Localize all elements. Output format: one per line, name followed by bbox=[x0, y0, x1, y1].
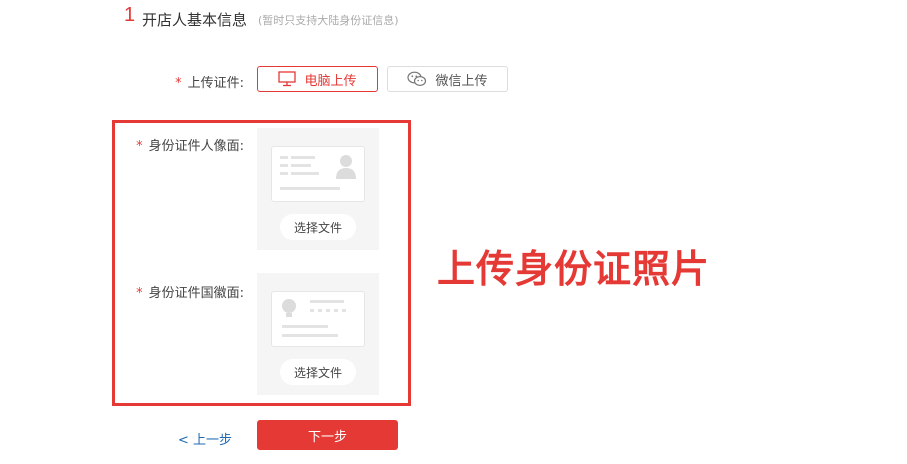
wechat-upload-label: 微信上传 bbox=[435, 73, 488, 89]
wechat-icon bbox=[407, 71, 427, 87]
id-front-choose-file-button[interactable]: 选择文件 bbox=[280, 214, 356, 240]
id-card-portrait-icon bbox=[271, 146, 365, 202]
id-front-label: * 身份证件人像面: bbox=[114, 135, 244, 154]
previous-step-link[interactable]: < 上一步 bbox=[178, 429, 232, 448]
id-back-label-text: 身份证件国徽面: bbox=[148, 286, 244, 301]
required-mark: * bbox=[136, 286, 143, 301]
id-back-label: * 身份证件国徽面: bbox=[114, 282, 244, 301]
id-front-label-text: 身份证件人像面: bbox=[148, 139, 244, 154]
pc-upload-label: 电脑上传 bbox=[304, 73, 357, 89]
id-card-emblem-icon bbox=[271, 291, 365, 347]
section-title: 开店人基本信息 bbox=[142, 11, 248, 29]
id-back-upload-area[interactable]: 选择文件 bbox=[257, 273, 379, 395]
step-number: 1 bbox=[124, 4, 136, 26]
upload-method-label: * 上传证件: bbox=[160, 72, 244, 91]
annotation-text: 上传身份证照片 bbox=[437, 247, 711, 291]
required-mark: * bbox=[175, 76, 182, 91]
id-front-upload-area[interactable]: 选择文件 bbox=[257, 128, 379, 250]
section-note: (暂时只支持大陆身份证信息) bbox=[258, 14, 399, 27]
id-back-choose-file-button[interactable]: 选择文件 bbox=[280, 359, 356, 385]
monitor-icon bbox=[278, 71, 297, 87]
next-step-button[interactable]: 下一步 bbox=[257, 420, 398, 450]
required-mark: * bbox=[136, 139, 143, 154]
wechat-upload-button[interactable]: 微信上传 bbox=[387, 66, 508, 92]
pc-upload-button[interactable]: 电脑上传 bbox=[257, 66, 378, 92]
upload-method-label-text: 上传证件: bbox=[187, 76, 244, 91]
